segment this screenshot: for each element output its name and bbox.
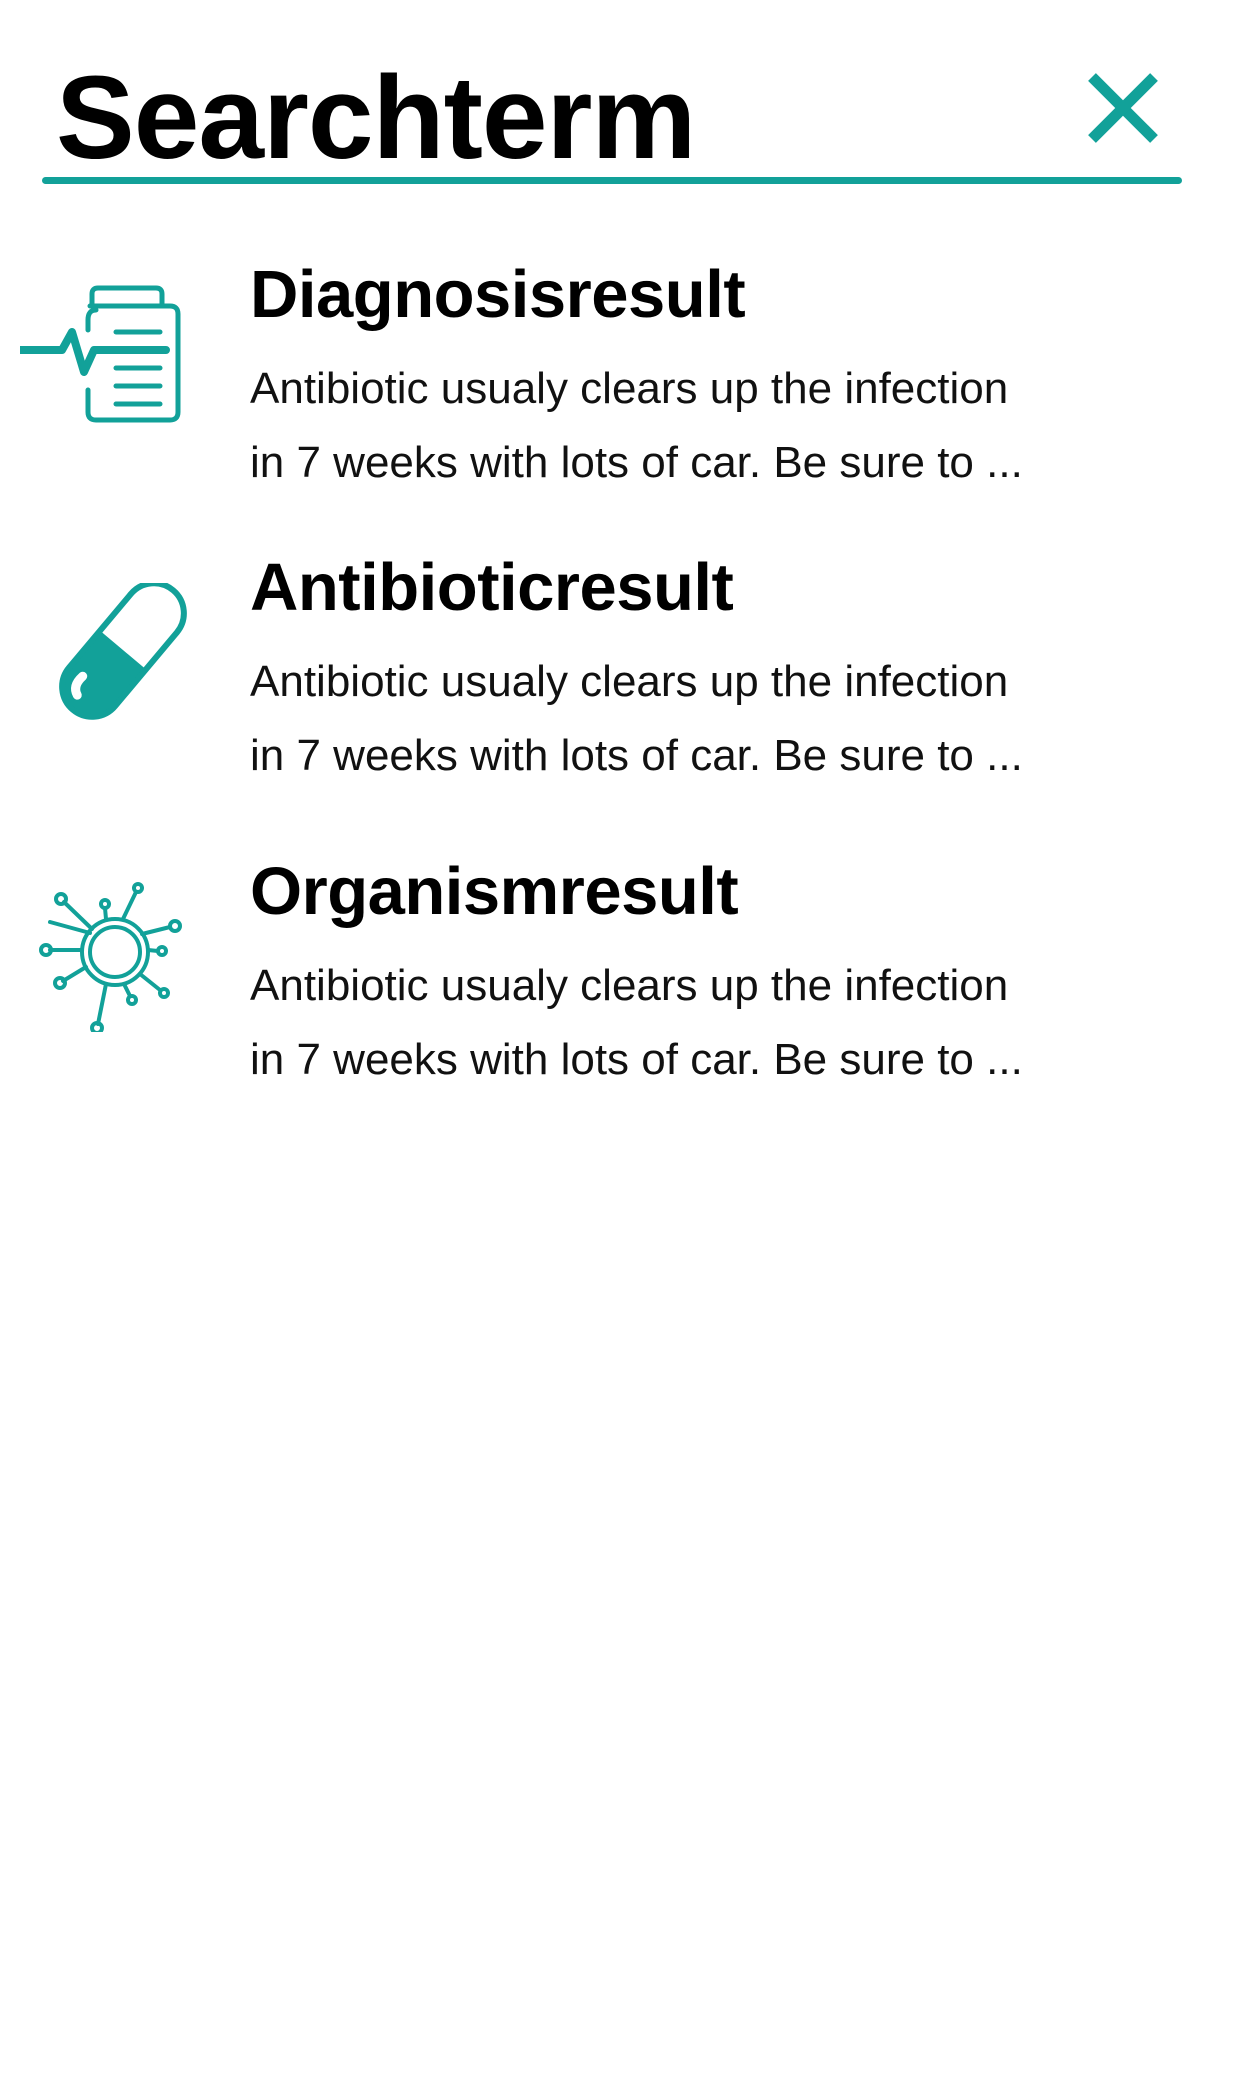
result-title: Antibioticresult bbox=[250, 550, 734, 625]
virus-icon bbox=[39, 882, 182, 1032]
search-underline bbox=[42, 177, 1182, 184]
result-item-diagnosis[interactable]: Diagnosisresult Antibiotic usualy clears… bbox=[0, 255, 1233, 515]
description-line: in 7 weeks with lots of car. Be sure to … bbox=[250, 438, 1023, 487]
description-line: in 7 weeks with lots of car. Be sure to … bbox=[250, 731, 1023, 780]
clipboard-heartbeat-icon bbox=[20, 285, 181, 423]
capsule-icon bbox=[47, 583, 187, 732]
description-line: Antibiotic usualy clears up the infectio… bbox=[250, 961, 1009, 1010]
search-input[interactable]: Searchterm bbox=[56, 53, 696, 183]
search-header: Searchterm bbox=[42, 45, 1182, 190]
result-icon-wrapper bbox=[20, 280, 190, 430]
result-description: Antibiotic usualy clears up the infectio… bbox=[250, 352, 1150, 500]
description-line: Antibiotic usualy clears up the infectio… bbox=[250, 364, 1009, 413]
close-icon bbox=[1088, 73, 1158, 143]
description-line: Antibiotic usualy clears up the infectio… bbox=[250, 657, 1009, 706]
result-icon-wrapper bbox=[20, 583, 190, 733]
result-title: Diagnosisresult bbox=[250, 257, 746, 332]
result-item-organism[interactable]: Organismresult Antibiotic usualy clears … bbox=[0, 852, 1233, 1112]
clear-search-button[interactable] bbox=[1082, 67, 1164, 149]
result-description: Antibiotic usualy clears up the infectio… bbox=[250, 949, 1150, 1097]
result-title: Organismresult bbox=[250, 854, 739, 929]
result-description: Antibiotic usualy clears up the infectio… bbox=[250, 645, 1150, 793]
description-line: in 7 weeks with lots of car. Be sure to … bbox=[250, 1035, 1023, 1084]
result-icon-wrapper bbox=[20, 882, 190, 1032]
result-item-antibiotic[interactable]: Antibioticresult Antibiotic usualy clear… bbox=[0, 548, 1233, 808]
